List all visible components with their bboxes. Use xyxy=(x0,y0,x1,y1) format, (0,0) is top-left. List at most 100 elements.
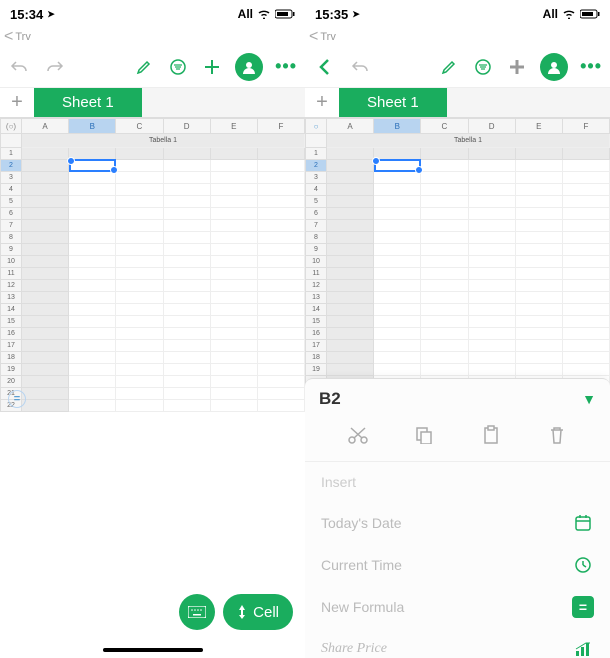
row-header[interactable]: 9 xyxy=(305,244,327,256)
row-header[interactable]: 4 xyxy=(305,184,327,196)
row-header[interactable]: 4 xyxy=(0,184,22,196)
equals-icon: = xyxy=(572,596,594,618)
calendar-icon xyxy=(572,512,594,534)
col-header-c[interactable]: C xyxy=(116,118,163,134)
col-header-f[interactable]: F xyxy=(563,118,610,134)
back-icon[interactable] xyxy=(313,56,335,78)
row-header[interactable]: 9 xyxy=(0,244,22,256)
row-header[interactable]: 13 xyxy=(0,292,22,304)
col-header-f[interactable]: F xyxy=(258,118,305,134)
col-header-c[interactable]: C xyxy=(421,118,468,134)
row-header[interactable]: 16 xyxy=(0,328,22,340)
toolbar: ••• xyxy=(0,46,305,88)
row-header[interactable]: 3 xyxy=(0,172,22,184)
row-header[interactable]: 20 xyxy=(0,376,22,388)
row-header[interactable]: 6 xyxy=(0,208,22,220)
row-header[interactable]: 10 xyxy=(0,256,22,268)
panel-row-share-price[interactable]: Share Price xyxy=(305,628,610,658)
row-header[interactable]: 14 xyxy=(0,304,22,316)
row-header[interactable]: 5 xyxy=(305,196,327,208)
row-header[interactable]: 5 xyxy=(0,196,22,208)
spreadsheet[interactable]: (○) A B C D E F Tabella 1 1 2 3 4 5 6 7 … xyxy=(0,118,305,412)
home-indicator[interactable] xyxy=(103,648,203,652)
redo-icon[interactable] xyxy=(44,56,66,78)
delete-icon[interactable] xyxy=(545,423,569,447)
plus-icon[interactable] xyxy=(506,56,528,78)
sheet-tab-1[interactable]: Sheet 1 xyxy=(339,88,447,117)
row-header[interactable]: 12 xyxy=(305,280,327,292)
sheet-tab-bar: + Sheet 1 xyxy=(305,88,610,118)
row-header[interactable]: 8 xyxy=(305,232,327,244)
row-header[interactable]: 2 xyxy=(0,160,22,172)
col-header-e[interactable]: E xyxy=(211,118,258,134)
select-all-corner[interactable]: (○) xyxy=(0,118,22,134)
add-sheet-button[interactable]: + xyxy=(305,88,339,117)
select-all-corner[interactable]: ○ xyxy=(305,118,327,134)
screen-left: 15:34 ➤ All <Trv xyxy=(0,0,305,658)
col-header-a[interactable]: A xyxy=(22,118,69,134)
row-header[interactable]: 14 xyxy=(305,304,327,316)
row-header[interactable]: 11 xyxy=(0,268,22,280)
plus-icon[interactable] xyxy=(201,56,223,78)
battery-icon xyxy=(275,9,295,19)
panel-row-todays-date[interactable]: Today's Date xyxy=(305,502,610,544)
brush-icon[interactable] xyxy=(438,56,460,78)
row-header[interactable]: 17 xyxy=(305,340,327,352)
row-header[interactable]: 7 xyxy=(305,220,327,232)
more-icon[interactable]: ••• xyxy=(275,56,297,77)
filter-icon[interactable] xyxy=(472,56,494,78)
copy-icon[interactable] xyxy=(412,423,436,447)
undo-icon[interactable] xyxy=(349,56,371,78)
panel-row-new-formula[interactable]: New Formula = xyxy=(305,586,610,628)
row-header[interactable]: 15 xyxy=(305,316,327,328)
col-header-a[interactable]: A xyxy=(327,118,374,134)
cut-icon[interactable] xyxy=(346,423,370,447)
col-header-d[interactable]: D xyxy=(469,118,516,134)
formula-button[interactable]: = xyxy=(8,390,26,408)
screen-right: 15:35 ➤ All <Trv xyxy=(305,0,610,658)
avatar-icon[interactable] xyxy=(540,53,568,81)
row-header[interactable]: 3 xyxy=(305,172,327,184)
status-network: All xyxy=(238,7,253,21)
row-header[interactable]: 2 xyxy=(305,160,327,172)
row-header[interactable]: 15 xyxy=(0,316,22,328)
row-header[interactable]: 19 xyxy=(305,364,327,376)
more-icon[interactable]: ••• xyxy=(580,56,602,77)
row-header[interactable]: 17 xyxy=(0,340,22,352)
row-header[interactable]: 1 xyxy=(305,148,327,160)
row-header[interactable]: 16 xyxy=(305,328,327,340)
sheet-tab-1[interactable]: Sheet 1 xyxy=(34,88,142,117)
row-header[interactable]: 19 xyxy=(0,364,22,376)
col-header-e[interactable]: E xyxy=(516,118,563,134)
spreadsheet[interactable]: ○ A B C D E F Tabella 1 1 2 3 4 5 6 7 8 … xyxy=(305,118,610,412)
row-header[interactable]: 12 xyxy=(0,280,22,292)
row-header[interactable]: 10 xyxy=(305,256,327,268)
filter-icon[interactable] xyxy=(167,56,189,78)
undo-icon[interactable] xyxy=(8,56,30,78)
paste-icon[interactable] xyxy=(479,423,503,447)
panel-row-current-time[interactable]: Current Time xyxy=(305,544,610,586)
row-header[interactable]: 1 xyxy=(0,148,22,160)
row-header[interactable]: 18 xyxy=(0,352,22,364)
row-header[interactable]: 6 xyxy=(305,208,327,220)
location-icon: ➤ xyxy=(352,9,360,20)
brush-icon[interactable] xyxy=(133,56,155,78)
col-header-d[interactable]: D xyxy=(164,118,211,134)
panel-collapse-icon[interactable]: ▼ xyxy=(582,391,596,407)
wifi-icon xyxy=(257,9,271,19)
add-sheet-button[interactable]: + xyxy=(0,88,34,117)
keyboard-button[interactable] xyxy=(179,594,215,630)
cell-button[interactable]: Cell xyxy=(223,594,293,630)
col-header-b[interactable]: B xyxy=(69,118,116,134)
row-header[interactable]: 8 xyxy=(0,232,22,244)
try-bar: <Trv xyxy=(305,28,610,46)
row-header[interactable]: 7 xyxy=(0,220,22,232)
row-header[interactable]: 13 xyxy=(305,292,327,304)
status-bar: 15:35 ➤ All xyxy=(305,0,610,28)
status-network: All xyxy=(543,7,558,21)
cell-panel: B2 ▼ Insert Today's Date Current xyxy=(305,378,610,658)
col-header-b[interactable]: B xyxy=(374,118,421,134)
row-header[interactable]: 11 xyxy=(305,268,327,280)
avatar-icon[interactable] xyxy=(235,53,263,81)
row-header[interactable]: 18 xyxy=(305,352,327,364)
